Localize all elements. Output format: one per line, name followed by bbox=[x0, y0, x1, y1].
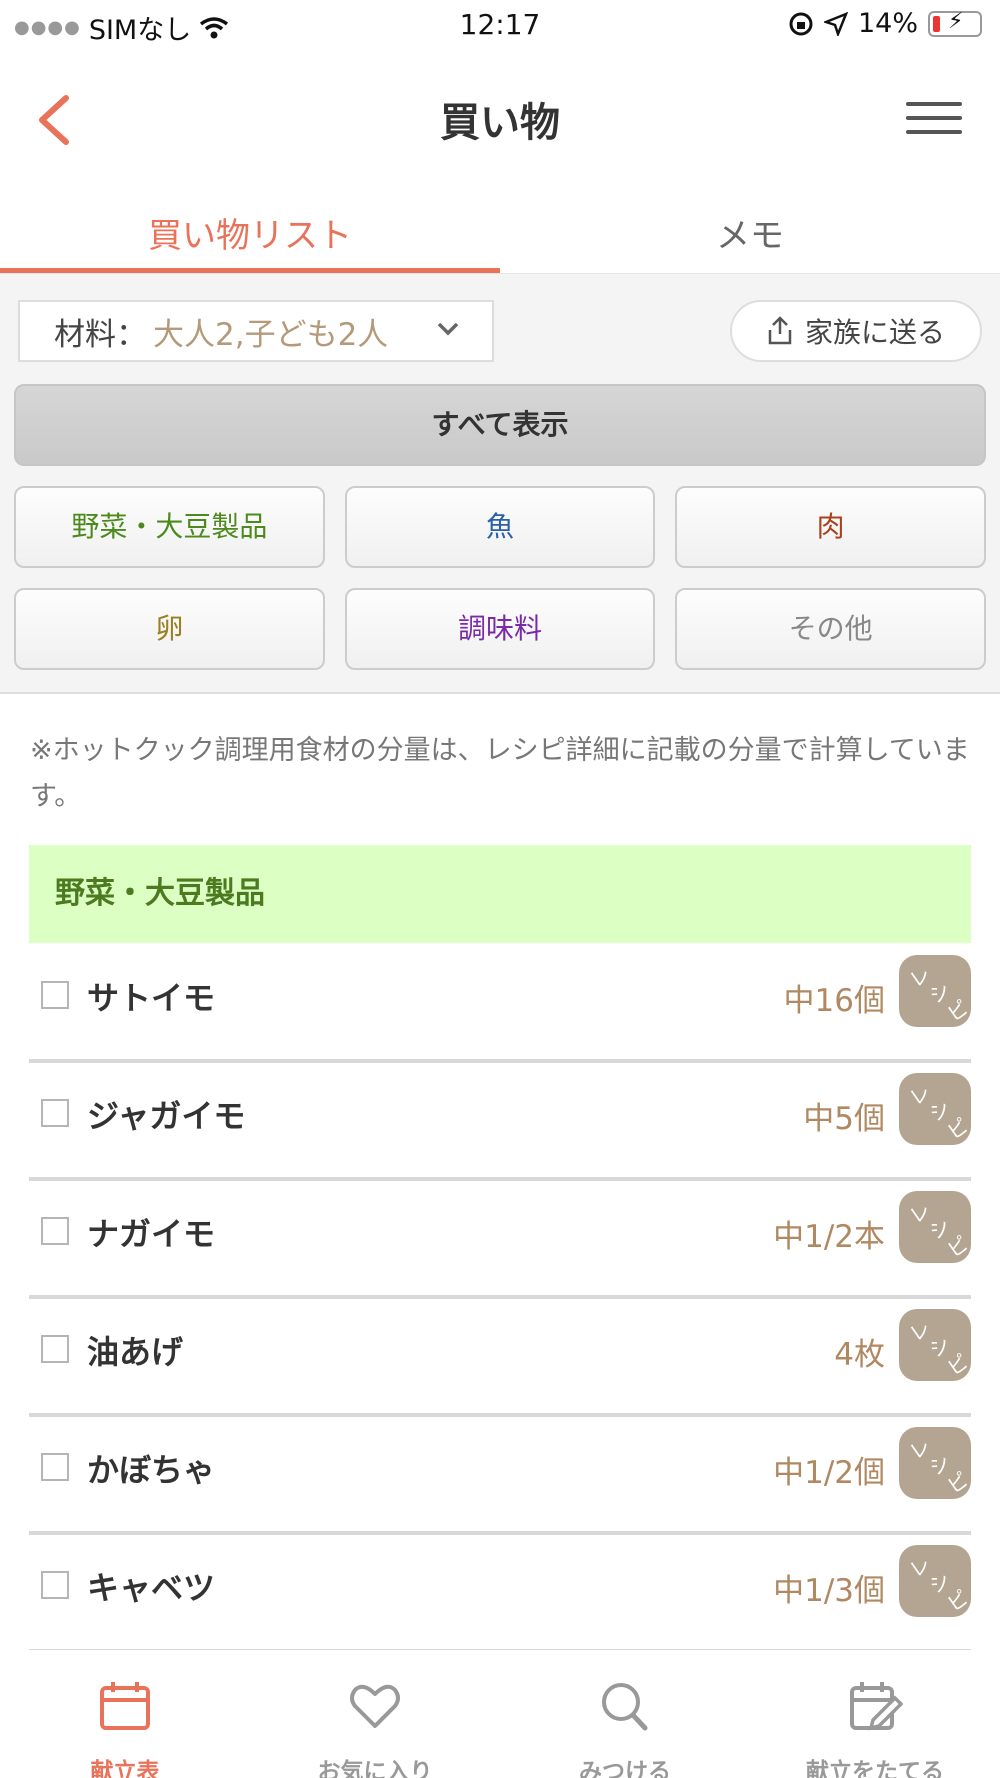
chevron-down-icon bbox=[434, 314, 462, 349]
bottom-nav: 献立表 お気に入り みつける 献立をたてる bbox=[0, 1650, 1000, 1778]
battery-percent: 14% bbox=[857, 8, 918, 39]
item-quantity: 4枚 bbox=[834, 1337, 885, 1373]
item-quantity: 中1/2個 bbox=[773, 1455, 885, 1491]
list-item: ジャガイモ 中5個 レシピ bbox=[29, 1063, 973, 1181]
category-egg-button[interactable]: 卵 bbox=[14, 588, 325, 670]
send-label: 家族に送る bbox=[804, 316, 945, 349]
location-icon bbox=[823, 11, 848, 36]
item-checkbox[interactable] bbox=[41, 1571, 69, 1599]
list-item: キャベツ 中1/3個 レシピ bbox=[29, 1535, 973, 1653]
item-name: 油あげ bbox=[87, 1333, 184, 1371]
item-checkbox[interactable] bbox=[41, 1335, 69, 1363]
nav-favorites[interactable]: お気に入り bbox=[250, 1650, 500, 1778]
category-grid: 野菜・大豆製品 魚 肉 卵 調味料 その他 bbox=[14, 486, 986, 670]
category-vegetables-button[interactable]: 野菜・大豆製品 bbox=[14, 486, 325, 568]
servings-value: 大人2,子ども2人 bbox=[153, 316, 389, 353]
recipe-button[interactable]: レシピ bbox=[899, 1309, 973, 1381]
list-item: サトイモ 中16個 レシピ bbox=[29, 945, 973, 1063]
battery-icon: ⚡ bbox=[928, 9, 982, 37]
orientation-lock-icon bbox=[789, 12, 813, 35]
list-item: かぼちゃ 中1/2個 レシピ bbox=[29, 1417, 973, 1535]
tab-shopping-list[interactable]: 買い物リスト bbox=[0, 190, 500, 273]
item-name: ジャガイモ bbox=[87, 1097, 246, 1135]
tab-memo[interactable]: メモ bbox=[500, 190, 1000, 273]
nav-label: みつける bbox=[579, 1759, 671, 1778]
nav-label: 献立をたてる bbox=[806, 1759, 944, 1778]
recipe-button[interactable]: レシピ bbox=[899, 1191, 973, 1263]
heart-icon bbox=[350, 1684, 400, 1728]
item-quantity: 中1/2本 bbox=[773, 1219, 885, 1255]
recipe-button[interactable]: レシピ bbox=[899, 1427, 973, 1499]
servings-label: 材料： bbox=[54, 316, 147, 353]
send-to-family-button[interactable]: 家族に送る bbox=[730, 300, 982, 362]
nav-label: お気に入り bbox=[317, 1759, 433, 1778]
category-meat-button[interactable]: 肉 bbox=[675, 486, 986, 568]
item-quantity: 中1/3個 bbox=[773, 1573, 885, 1609]
nav-search[interactable]: みつける bbox=[500, 1650, 750, 1778]
item-checkbox[interactable] bbox=[41, 1099, 69, 1127]
tab-bar: 買い物リスト メモ bbox=[0, 190, 1000, 274]
item-checkbox[interactable] bbox=[41, 1217, 69, 1245]
recipe-button[interactable]: レシピ bbox=[899, 1073, 973, 1145]
list-item: 油あげ 4枚 レシピ bbox=[29, 1299, 973, 1417]
filter-panel: 材料： 大人2,子ども2人 家族に送る すべて表示 野菜・大豆製品 魚 肉 卵 … bbox=[0, 274, 1000, 694]
calendar-icon bbox=[100, 1682, 150, 1730]
item-name: かぼちゃ bbox=[87, 1451, 216, 1489]
recipe-button[interactable]: レシピ bbox=[899, 955, 973, 1027]
category-fish-button[interactable]: 魚 bbox=[344, 486, 656, 568]
item-checkbox[interactable] bbox=[41, 981, 69, 1009]
list-item: ナガイモ 中1/2本 レシピ bbox=[29, 1181, 973, 1299]
quantity-note: ※ホットクック調理用食材の分量は、レシピ詳細に記載の分量で計算しています。 bbox=[30, 735, 970, 812]
servings-select[interactable]: 材料： 大人2,子ども2人 bbox=[18, 300, 494, 362]
category-other-button[interactable]: その他 bbox=[675, 588, 986, 670]
item-quantity: 中5個 bbox=[803, 1101, 885, 1137]
item-name: キャベツ bbox=[87, 1569, 216, 1607]
section-header: 野菜・大豆製品 bbox=[29, 845, 971, 943]
share-icon bbox=[768, 316, 792, 345]
app-header: 買い物 bbox=[0, 50, 1000, 190]
page-title: 買い物 bbox=[440, 100, 560, 146]
nav-label: 献立表 bbox=[90, 1759, 160, 1778]
status-bar: ●●●● SIMなし 12:17 14% ⚡ bbox=[0, 0, 1000, 50]
item-quantity: 中16個 bbox=[783, 983, 885, 1019]
menu-button[interactable] bbox=[906, 102, 962, 138]
recipe-button[interactable]: レシピ bbox=[899, 1545, 973, 1617]
shopping-list: サトイモ 中16個 レシピ ジャガイモ 中5個 レシピ ナガイモ 中1/2本 レ… bbox=[29, 945, 973, 1653]
edit-calendar-icon bbox=[850, 1682, 903, 1731]
item-name: ナガイモ bbox=[87, 1215, 216, 1253]
nav-menu-calendar[interactable]: 献立表 bbox=[0, 1650, 250, 1778]
item-checkbox[interactable] bbox=[41, 1453, 69, 1481]
nav-plan-menu[interactable]: 献立をたてる bbox=[750, 1650, 1000, 1778]
category-seasoning-button[interactable]: 調味料 bbox=[344, 588, 656, 670]
search-icon bbox=[602, 1683, 648, 1731]
item-name: サトイモ bbox=[87, 979, 216, 1017]
show-all-button[interactable]: すべて表示 bbox=[14, 384, 986, 466]
